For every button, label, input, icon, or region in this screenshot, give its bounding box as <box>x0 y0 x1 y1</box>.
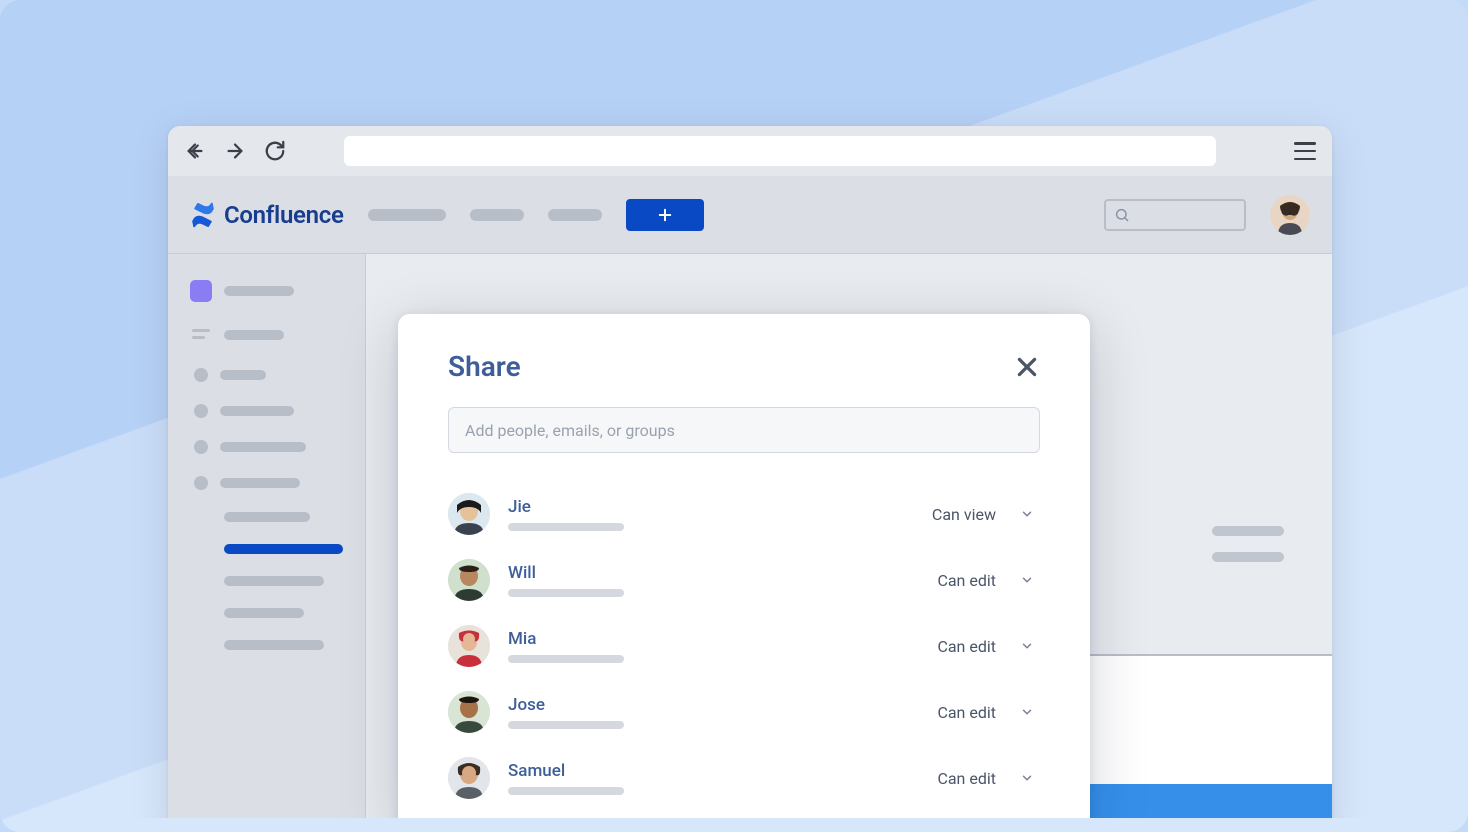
avatar <box>448 493 490 535</box>
permission-label: Can view <box>932 505 996 524</box>
avatar <box>448 559 490 601</box>
person-name: Mia <box>508 629 913 649</box>
chevron-down-icon <box>1020 573 1034 587</box>
sidebar-item[interactable] <box>182 364 351 386</box>
create-button[interactable] <box>626 199 704 231</box>
sidebar-item[interactable] <box>182 472 351 494</box>
sidebar-item[interactable] <box>182 636 351 654</box>
hamburger-icon[interactable] <box>1294 142 1316 160</box>
person-name: Will <box>508 563 913 583</box>
person-name: Samuel <box>508 761 913 781</box>
app-name: Confluence <box>224 201 344 229</box>
permission-label: Can edit <box>937 703 996 722</box>
person-row: Jose Can edit <box>448 679 1040 745</box>
permission-select[interactable]: Can edit <box>931 633 1040 660</box>
url-bar[interactable] <box>344 136 1216 166</box>
share-modal: Share Add people, emails, or groups Jie … <box>398 314 1090 818</box>
user-avatar[interactable] <box>1270 195 1310 235</box>
permission-select[interactable]: Can view <box>926 501 1040 528</box>
chevron-down-icon <box>1020 705 1034 719</box>
person-row: Samuel Can edit <box>448 745 1040 811</box>
reload-button[interactable] <box>264 140 286 162</box>
close-icon <box>1014 354 1040 380</box>
sidebar-item[interactable] <box>182 572 351 590</box>
nav-placeholder[interactable] <box>548 209 602 221</box>
app-logo[interactable]: Confluence <box>190 201 344 229</box>
permission-label: Can edit <box>937 637 996 656</box>
close-button[interactable] <box>1014 354 1040 380</box>
person-subtitle <box>508 721 624 729</box>
person-row: Will Can edit <box>448 547 1040 613</box>
sidebar-item[interactable] <box>182 436 351 458</box>
confluence-icon <box>190 202 216 228</box>
sidebar-item[interactable] <box>182 320 351 350</box>
sidebar-item-active[interactable] <box>182 540 351 558</box>
sidebar-item[interactable] <box>182 400 351 422</box>
sidebar-item[interactable] <box>182 604 351 622</box>
browser-chrome <box>168 126 1332 176</box>
person-subtitle <box>508 655 624 663</box>
sidebar <box>168 254 366 818</box>
search-input[interactable] <box>1104 199 1246 231</box>
person-name: Jose <box>508 695 913 715</box>
sidebar-item[interactable] <box>182 508 351 526</box>
chevron-down-icon <box>1020 507 1034 521</box>
search-icon <box>1114 207 1130 223</box>
permission-label: Can edit <box>937 571 996 590</box>
avatar <box>448 757 490 799</box>
person-subtitle <box>508 787 624 795</box>
nav-placeholder[interactable] <box>368 209 446 221</box>
people-list: Jie Can view Will Can edit <box>448 481 1040 811</box>
back-button[interactable] <box>184 140 206 162</box>
share-input[interactable]: Add people, emails, or groups <box>448 407 1040 453</box>
permission-label: Can edit <box>937 769 996 788</box>
person-subtitle <box>508 523 624 531</box>
person-name: Jie <box>508 497 908 517</box>
person-row: Mia Can edit <box>448 613 1040 679</box>
modal-title: Share <box>448 350 521 383</box>
avatar <box>448 625 490 667</box>
chevron-down-icon <box>1020 771 1034 785</box>
forward-button[interactable] <box>224 140 246 162</box>
person-subtitle <box>508 589 624 597</box>
person-row: Jie Can view <box>448 481 1040 547</box>
app-header: Confluence <box>168 176 1332 254</box>
sidebar-item[interactable] <box>182 276 351 306</box>
permission-select[interactable]: Can edit <box>931 567 1040 594</box>
share-input-placeholder: Add people, emails, or groups <box>465 421 675 440</box>
permission-select[interactable]: Can edit <box>931 765 1040 792</box>
nav-placeholder[interactable] <box>470 209 524 221</box>
chevron-down-icon <box>1020 639 1034 653</box>
permission-select[interactable]: Can edit <box>931 699 1040 726</box>
avatar <box>448 691 490 733</box>
